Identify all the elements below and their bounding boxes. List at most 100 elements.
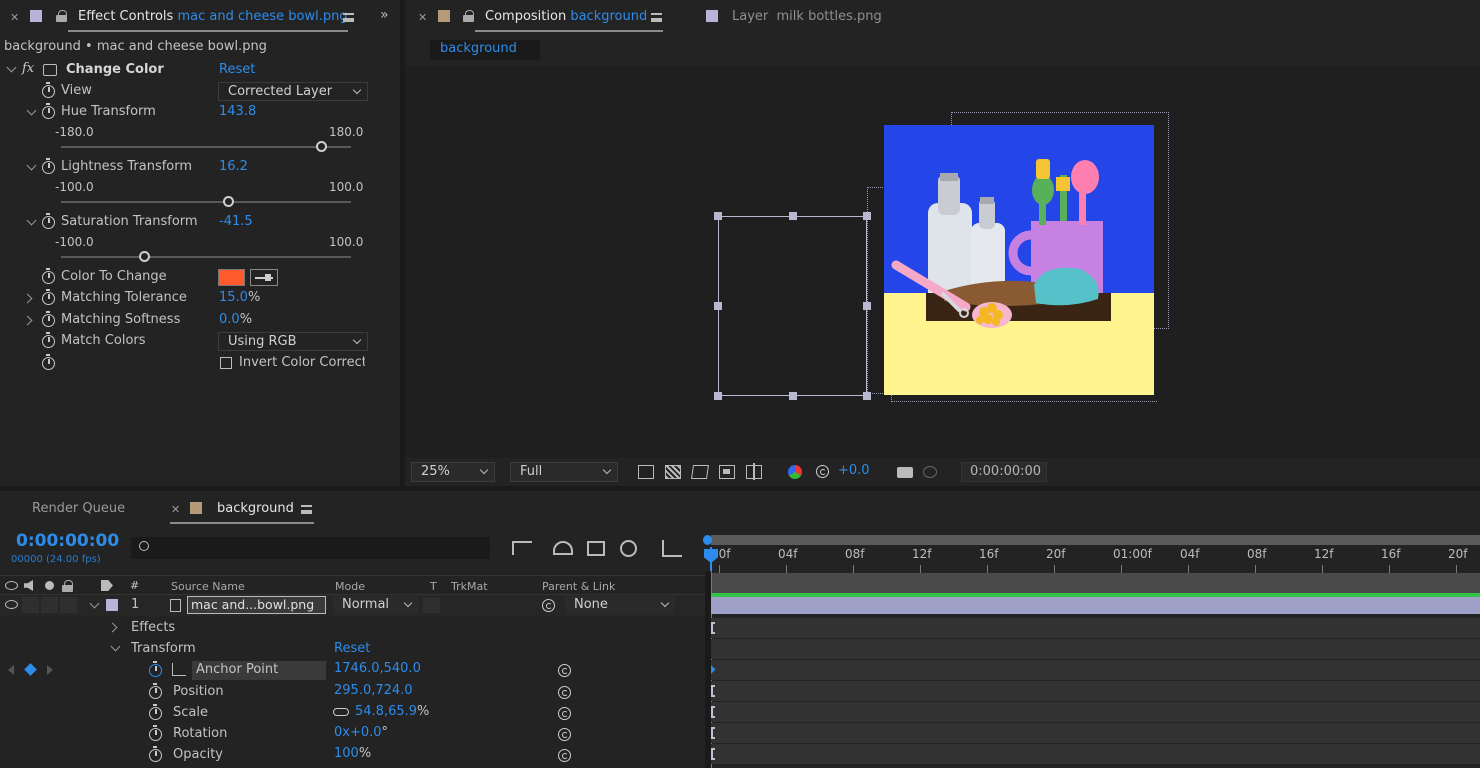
col-mode[interactable]: Mode bbox=[335, 580, 365, 593]
time-ruler[interactable]: 00f 04f 08f 12f 16f 20f 01:00f 04f 08f 12f 16f 20f bbox=[705, 547, 1480, 573]
motion-blur-icon[interactable] bbox=[620, 540, 637, 557]
softness-value[interactable]: 0.0% bbox=[219, 312, 252, 327]
col-source-name[interactable]: Source Name bbox=[171, 580, 245, 593]
layer-label-color[interactable] bbox=[106, 599, 118, 611]
exposure-reset-icon[interactable] bbox=[816, 465, 829, 478]
frame-blending-icon[interactable] bbox=[587, 541, 605, 556]
expand-hue-icon[interactable] bbox=[26, 105, 37, 116]
pick-whip-icon[interactable] bbox=[558, 749, 571, 762]
anchor-point-value[interactable]: 1746.0,540.0 bbox=[334, 661, 421, 676]
layer-row[interactable]: 1 mac and...bowl.png Normal None bbox=[0, 595, 705, 616]
tab-render-queue[interactable]: Render Queue bbox=[32, 501, 125, 516]
transform-handle[interactable] bbox=[789, 392, 797, 400]
transform-handle[interactable] bbox=[714, 212, 722, 220]
transparency-grid-icon[interactable] bbox=[665, 465, 681, 479]
transform-handle[interactable] bbox=[863, 212, 871, 220]
property-track[interactable] bbox=[711, 681, 1480, 701]
match-colors-dropdown[interactable]: Using RGB bbox=[218, 332, 368, 351]
pick-whip-icon[interactable] bbox=[558, 728, 571, 741]
stopwatch-icon[interactable] bbox=[42, 332, 55, 348]
tolerance-value[interactable]: 15.0% bbox=[219, 290, 260, 305]
stopwatch-icon[interactable] bbox=[42, 82, 55, 98]
eye-icon[interactable] bbox=[5, 600, 18, 609]
label-tag-icon[interactable] bbox=[101, 580, 113, 591]
mask-visibility-icon[interactable] bbox=[691, 465, 709, 479]
constrain-proportions-icon[interactable] bbox=[333, 708, 349, 716]
stopwatch-icon[interactable] bbox=[42, 354, 55, 370]
close-icon[interactable]: ✕ bbox=[418, 11, 427, 24]
tab-layer[interactable]: Layer milk bottles.png bbox=[732, 9, 882, 24]
blend-mode-dropdown[interactable]: Normal bbox=[333, 596, 418, 615]
stopwatch-icon[interactable] bbox=[42, 289, 55, 305]
position-value[interactable]: 295.0,724.0 bbox=[334, 683, 413, 698]
region-of-interest-icon[interactable] bbox=[719, 465, 735, 479]
keyframe-diamond-icon[interactable] bbox=[24, 663, 37, 676]
panel-divider[interactable] bbox=[705, 571, 711, 768]
audio-icon[interactable] bbox=[24, 580, 33, 591]
stopwatch-icon[interactable] bbox=[42, 158, 55, 174]
eye-icon[interactable] bbox=[5, 581, 18, 590]
invert-checkbox[interactable] bbox=[220, 357, 232, 369]
parent-dropdown[interactable]: None bbox=[565, 596, 675, 615]
expand-tolerance-icon[interactable] bbox=[22, 293, 33, 304]
close-icon[interactable]: ✕ bbox=[10, 11, 19, 24]
anchor-point-label[interactable]: Anchor Point bbox=[192, 661, 326, 680]
pick-whip-icon[interactable] bbox=[558, 686, 571, 699]
collapse-transform-icon[interactable] bbox=[110, 641, 121, 652]
channel-icon[interactable] bbox=[788, 465, 802, 479]
transform-handle[interactable] bbox=[714, 392, 722, 400]
switch-box[interactable] bbox=[41, 597, 58, 613]
transform-handle[interactable] bbox=[789, 212, 797, 220]
transform-handle[interactable] bbox=[863, 302, 871, 310]
transform-label[interactable]: Transform bbox=[131, 641, 196, 656]
expand-softness-icon[interactable] bbox=[22, 315, 33, 326]
rotation-value[interactable]: 0x+0.0° bbox=[334, 725, 388, 740]
col-parent[interactable]: Parent & Link bbox=[542, 580, 615, 593]
collapse-layer-icon[interactable] bbox=[89, 598, 100, 609]
panel-overflow-icon[interactable]: » bbox=[380, 7, 389, 23]
stopwatch-icon[interactable] bbox=[149, 704, 162, 720]
hue-value[interactable]: 143.8 bbox=[219, 104, 256, 119]
lightness-slider-track[interactable] bbox=[61, 201, 351, 203]
graph-editor-icon[interactable] bbox=[662, 540, 682, 557]
scale-value[interactable]: 54.8,65.9% bbox=[355, 704, 429, 719]
hue-slider-knob[interactable] bbox=[316, 141, 327, 152]
tab-effect-controls[interactable]: Effect Controls mac and cheese bowl.png bbox=[78, 9, 348, 24]
trkmat-box[interactable] bbox=[423, 598, 440, 613]
panel-menu-icon[interactable] bbox=[651, 13, 662, 22]
stopwatch-icon[interactable] bbox=[42, 213, 55, 229]
transform-handle[interactable] bbox=[863, 392, 871, 400]
resolution-dropdown[interactable]: Full bbox=[510, 462, 618, 482]
show-snapshot-icon[interactable] bbox=[923, 466, 937, 478]
next-keyframe-icon[interactable] bbox=[47, 665, 53, 675]
timecode-field[interactable]: 0:00:00:00 bbox=[961, 462, 1047, 482]
switch-box[interactable] bbox=[60, 597, 77, 613]
draft-3d-icon[interactable] bbox=[553, 541, 573, 555]
zoom-dropdown[interactable]: 25% bbox=[411, 462, 495, 482]
property-track[interactable] bbox=[711, 660, 1480, 680]
work-area-bar[interactable] bbox=[711, 535, 1480, 545]
grid-guides-icon[interactable] bbox=[746, 463, 762, 480]
panel-divider[interactable] bbox=[0, 486, 1480, 491]
switch-box[interactable] bbox=[22, 597, 39, 613]
transform-reset-link[interactable]: Reset bbox=[334, 641, 370, 656]
comp-flowchart-icon[interactable] bbox=[512, 541, 532, 555]
snapshot-icon[interactable] bbox=[897, 467, 913, 478]
opacity-value[interactable]: 100% bbox=[334, 746, 371, 761]
fx-icon[interactable]: fx bbox=[22, 61, 34, 76]
effects-label[interactable]: Effects bbox=[131, 620, 175, 635]
hue-slider-track[interactable] bbox=[61, 146, 351, 148]
stopwatch-icon[interactable] bbox=[42, 103, 55, 119]
stopwatch-icon[interactable] bbox=[42, 268, 55, 284]
lock-icon[interactable] bbox=[62, 580, 73, 592]
graph-icon[interactable] bbox=[172, 663, 186, 676]
color-swatch[interactable] bbox=[218, 269, 245, 286]
layer-search-input[interactable] bbox=[131, 537, 490, 559]
property-track[interactable] bbox=[711, 618, 1480, 638]
col-trkmat[interactable]: TrkMat bbox=[451, 580, 488, 593]
collapse-effect-icon[interactable] bbox=[6, 62, 17, 73]
lightness-slider-knob[interactable] bbox=[223, 196, 235, 207]
pick-whip-icon[interactable] bbox=[558, 707, 571, 720]
property-track[interactable] bbox=[711, 744, 1480, 764]
pick-whip-icon[interactable] bbox=[542, 599, 555, 612]
